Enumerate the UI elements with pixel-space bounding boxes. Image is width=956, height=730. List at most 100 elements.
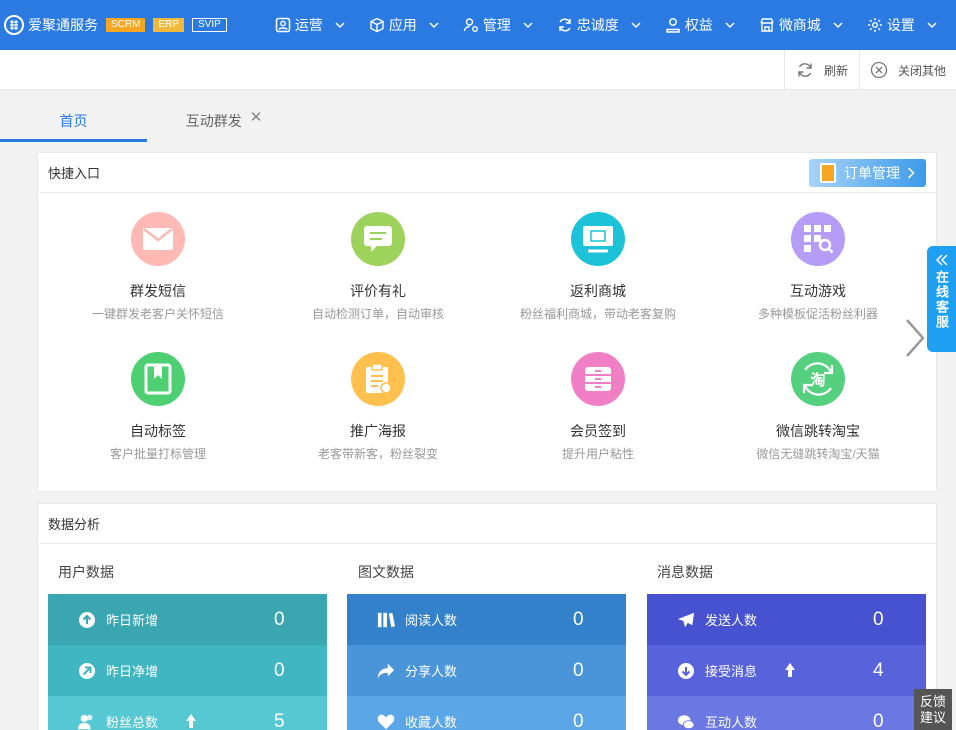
stat-value: 0 <box>274 608 285 630</box>
heart-icon <box>377 713 395 730</box>
tab-label: 首页 <box>59 113 88 129</box>
tab-interactive-broadcast[interactable]: 互动群发 ✕ <box>184 110 264 142</box>
shortcut-desc: 粉丝福利商城，带动老客复购 <box>519 307 676 321</box>
stat-row-new-yesterday[interactable]: 昨日新增 0 <box>48 594 327 645</box>
nav-label: 管理 <box>482 17 511 33</box>
shortcut-title: 评价有礼 <box>350 283 406 299</box>
taobao-glyph: 淘 <box>810 371 826 389</box>
chevron-down-icon <box>523 20 533 30</box>
stat-value: 0 <box>873 608 884 630</box>
stat-label: 发送人数 <box>705 613 758 628</box>
page-tabs: 首页 互动群发 ✕ <box>0 90 956 142</box>
shortcut-desc: 微信无缝跳转淘宝/天猫 <box>756 447 880 461</box>
nav-label: 忠诚度 <box>576 17 619 33</box>
nav-label: 运营 <box>294 17 323 33</box>
data-analysis-title: 数据分析 <box>38 504 936 544</box>
brand-logo-icon <box>4 15 24 35</box>
shortcut-title: 互动游戏 <box>790 283 846 299</box>
nav-label: 权益 <box>684 17 713 33</box>
stat-row-net-yesterday[interactable]: 昨日净增 0 <box>48 645 327 696</box>
close-circle-icon <box>870 61 888 79</box>
brand[interactable]: 爱聚通服务 SCRM ERP SVIP <box>0 0 235 50</box>
arrow-up-circle-icon <box>78 611 96 629</box>
page-toolbar: 刷新 关闭其他 <box>0 50 956 90</box>
top-nav-bar: 爱聚通服务 SCRM ERP SVIP 运营 应用 管理 忠诚度 权益 微商城 … <box>0 0 956 50</box>
close-others-label: 关闭其他 <box>898 63 947 78</box>
shortcut-wechat-to-taobao[interactable]: 淘 微信跳转淘宝 微信无缝跳转淘宝/天猫 <box>718 352 918 462</box>
stat-row-received[interactable]: 接受消息 4 <box>647 645 926 696</box>
chevron-down-icon <box>725 20 735 30</box>
nav-item-settings[interactable]: 设置 <box>855 0 949 50</box>
tab-home[interactable]: 首页 <box>0 111 147 142</box>
feedback-button[interactable]: 反馈 建议 <box>914 689 952 730</box>
users-icon <box>78 713 96 730</box>
stat-label: 收藏人数 <box>405 715 458 730</box>
shortcut-desc: 一键群发老客户关怀短信 <box>91 307 224 321</box>
stat-label: 阅读人数 <box>405 613 458 628</box>
stat-row-total-fans[interactable]: 粉丝总数 5 <box>48 696 327 730</box>
nav-item-operations[interactable]: 运营 <box>263 0 357 50</box>
quick-entry-card: 快捷入口 订单管理 群发短信 一键群发老客户关怀短信 评价有礼 自动检测订单，自… <box>37 152 937 492</box>
online-service-button[interactable]: 在线客服 <box>927 246 956 352</box>
chevron-right-icon <box>907 167 915 179</box>
feedback-label-line1: 反馈 <box>919 693 946 709</box>
chevron-right-icon[interactable] <box>903 318 927 358</box>
nav-item-benefits[interactable]: 权益 <box>653 0 747 50</box>
online-service-label: 在线客服 <box>934 270 949 330</box>
stat-value: 0 <box>873 710 884 730</box>
shortcut-desc: 提升用户粘性 <box>561 447 634 461</box>
main-nav: 运营 应用 管理 忠诚度 权益 微商城 设置 <box>263 0 949 50</box>
close-icon[interactable]: ✕ <box>250 110 263 125</box>
stat-value: 0 <box>573 608 584 630</box>
gear-icon <box>867 17 883 33</box>
nav-item-mall[interactable]: 微商城 <box>747 0 855 50</box>
shortcut-desc: 客户批量打标管理 <box>109 447 206 461</box>
stat-row-readers[interactable]: 阅读人数 0 <box>347 594 626 645</box>
paper-plane-icon <box>677 611 695 629</box>
refresh-label: 刷新 <box>824 63 849 78</box>
tab-label: 互动群发 <box>185 113 242 129</box>
shortcut-group-sms[interactable]: 群发短信 一键群发老客户关怀短信 <box>58 212 258 322</box>
close-others-button[interactable]: 关闭其他 <box>859 50 956 90</box>
document-icon <box>820 163 836 183</box>
chevron-down-icon <box>631 20 641 30</box>
stat-row-sharers[interactable]: 分享人数 0 <box>347 645 626 696</box>
grid-search-icon <box>791 212 845 266</box>
refresh-button[interactable]: 刷新 <box>784 50 859 90</box>
double-chevron-left-icon <box>935 254 948 266</box>
message-data-block: 发送人数 0 接受消息 4 互动人数 0 <box>647 594 926 730</box>
monitor-icon <box>571 212 625 266</box>
stat-row-interactors[interactable]: 互动人数 0 <box>647 696 926 730</box>
quick-entry-title: 快捷入口 <box>38 153 936 193</box>
scrm-badge: SCRM <box>106 18 146 32</box>
refresh-icon <box>557 17 573 33</box>
user-data-title: 用户数据 <box>58 564 114 580</box>
nav-item-management[interactable]: 管理 <box>451 0 545 50</box>
feedback-label-line2: 建议 <box>919 709 946 725</box>
nav-item-loyalty[interactable]: 忠诚度 <box>545 0 653 50</box>
clipboard-icon <box>351 352 405 406</box>
arrow-diagonal-circle-icon <box>78 662 96 680</box>
chat-bubbles-icon <box>677 713 695 730</box>
stat-label: 接受消息 <box>705 664 758 679</box>
shortcut-member-checkin[interactable]: 会员签到 提升用户粘性 <box>498 352 698 462</box>
order-management-button[interactable]: 订单管理 <box>809 159 926 187</box>
stat-value: 0 <box>573 659 584 681</box>
shortcut-interactive-games[interactable]: 互动游戏 多种模板促活粉丝利器 <box>718 212 918 322</box>
refresh-icon <box>798 63 812 77</box>
stat-value: 5 <box>274 710 285 730</box>
shortcut-auto-tag[interactable]: 自动标签 客户批量打标管理 <box>58 352 258 462</box>
shortcut-review-gift[interactable]: 评价有礼 自动检测订单，自动审核 <box>278 212 478 322</box>
shortcut-promo-poster[interactable]: 推广海报 老客带新客，粉丝裂变 <box>278 352 478 462</box>
stat-label: 分享人数 <box>405 664 458 679</box>
shortcut-title: 会员签到 <box>570 423 626 439</box>
store-icon <box>759 17 775 33</box>
erp-badge: ERP <box>153 18 185 32</box>
stat-row-favoriters[interactable]: 收藏人数 0 <box>347 696 626 730</box>
nav-item-apps[interactable]: 应用 <box>357 0 451 50</box>
shortcut-title: 返利商城 <box>570 283 626 299</box>
books-icon <box>377 611 395 629</box>
data-analysis-card: 数据分析 用户数据 图文数据 消息数据 昨日新增 0 昨日净增 0 粉丝总数 5… <box>37 503 937 730</box>
stat-row-senders[interactable]: 发送人数 0 <box>647 594 926 645</box>
shortcut-rebate-mall[interactable]: 返利商城 粉丝福利商城，带动老客复购 <box>498 212 698 322</box>
